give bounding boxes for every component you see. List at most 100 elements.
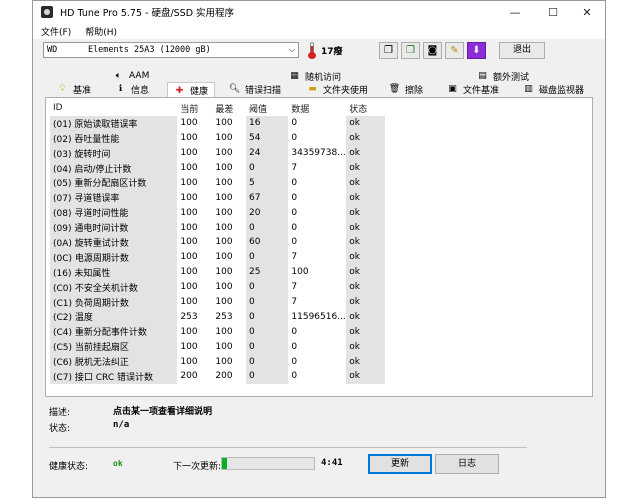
table-row[interactable]: (08) 寻道时间性能 100 100 20 0 ok	[50, 205, 385, 221]
attr-id-cell: (16) 未知属性	[50, 264, 178, 280]
table-row[interactable]: (0C) 电源周期计数 100 100 0 7 ok	[50, 249, 385, 265]
col-header-worst[interactable]: 最差	[212, 101, 246, 116]
health-cross-icon: ✚	[175, 85, 184, 96]
attr-data-cell: 0	[291, 326, 298, 337]
attr-data-cell: 0	[291, 371, 298, 382]
attr-current-cell: 100	[180, 148, 198, 159]
table-row[interactable]: (C5) 当前挂起扇区 100 100 0 0 ok	[50, 339, 385, 355]
tab-disk-monitor[interactable]: ▥ 磁盘监视器	[523, 82, 584, 96]
tab-row-bottom: 💡︎ 基准 ℹ 信息 ✚ 健康 🔍︎ 错误扫描 ▬ 文件夹使用 🗑︎ 擦除 ▣ …	[43, 82, 603, 98]
toolbar: WD Elements 25A3 (12000 gB) ⌵ 17癈 ❐ ❐ ◙ …	[33, 39, 605, 61]
attr-data-cell: 7	[291, 252, 298, 263]
table-row[interactable]: (07) 寻道错误率 100 100 67 0 ok	[50, 190, 385, 206]
tab-aam[interactable]: 🔈︎ AAM	[113, 69, 150, 83]
exit-button[interactable]: 退出	[499, 42, 545, 59]
screenshot-button[interactable]: ◙	[423, 42, 442, 59]
table-row[interactable]: (05) 重新分配扇区计数 100 100 5 0 ok	[50, 175, 385, 191]
description-value: 点击某一项查看详细说明	[113, 407, 213, 417]
attr-threshold-cell: 60	[245, 235, 289, 250]
minimize-button[interactable]: —	[497, 1, 533, 23]
table-row[interactable]: (09) 通电时间计数 100 100 0 0 ok	[50, 220, 385, 236]
attr-threshold-cell: 0	[245, 324, 289, 340]
attr-id-cell: (C1) 负荷周期计数	[50, 294, 178, 310]
tab-info-label: 信息	[131, 85, 150, 96]
options-button[interactable]: ✎	[445, 42, 464, 59]
tab-info[interactable]: ℹ 信息	[115, 82, 149, 96]
tab-erase[interactable]: 🗑︎ 擦除	[389, 82, 423, 96]
attr-threshold-cell: 0	[245, 220, 289, 236]
table-row[interactable]: (C1) 负荷周期计数 100 100 0 7 ok	[50, 294, 385, 310]
attr-id-cell: (0A) 旋转重试计数	[50, 235, 178, 250]
attr-data-cell: 0	[291, 207, 298, 218]
menu-bar: 文件(F) 帮助(H)	[33, 23, 605, 39]
maximize-button[interactable]: ☐	[535, 1, 571, 23]
attr-threshold-cell: 24	[245, 145, 289, 161]
trash-icon: 🗑︎	[388, 84, 401, 94]
menu-help[interactable]: 帮助(H)	[85, 25, 117, 38]
description-label: 描述:	[49, 408, 71, 418]
attr-threshold-cell: 0	[245, 354, 289, 370]
table-row[interactable]: (04) 启动/停止计数 100 100 0 7 ok	[50, 160, 385, 176]
extra-tests-icon: ▤	[478, 71, 487, 81]
smart-attributes-panel[interactable]: ID 当前 最差 阈值 数据 状态 (01) 原始读取错误率 100 100 16 0 o…	[45, 97, 593, 397]
table-row[interactable]: (0A) 旋转重试计数 100 100 60 0 ok	[50, 235, 385, 250]
col-header-status[interactable]: 状态	[346, 101, 385, 116]
attr-id-cell: (C2) 温度	[50, 309, 178, 325]
tab-folder-usage[interactable]: ▬ 文件夹使用	[307, 82, 368, 96]
copy-info-button[interactable]: ❐	[379, 42, 398, 59]
table-row[interactable]: (C0) 不安全关机计数 100 100 0 7 ok	[50, 279, 385, 295]
copy-all-button[interactable]: ❐	[401, 42, 420, 59]
tab-random-access-label: 随机访问	[305, 72, 342, 83]
attr-data-cell: 34359738...	[291, 148, 346, 159]
tab-file-benchmark[interactable]: ▣ 文件基准	[447, 82, 499, 96]
attr-id-cell: (04) 启动/停止计数	[50, 160, 178, 176]
drive-select[interactable]: WD Elements 25A3 (12000 gB) ⌵	[43, 42, 299, 58]
update-progress-fill	[222, 458, 227, 469]
attr-threshold-cell: 20	[245, 205, 289, 221]
table-row[interactable]: (03) 旋转时间 100 100 24 34359738... ok	[50, 145, 385, 161]
table-row[interactable]: (16) 未知属性 100 100 25 100 ok	[50, 264, 385, 280]
tab-health[interactable]: ✚ 健康	[167, 82, 216, 98]
lightbulb-icon: 💡︎	[59, 84, 66, 94]
col-header-id[interactable]: ID	[50, 101, 177, 116]
table-row[interactable]: (C2) 温度 253 253 0 11596516... ok	[50, 309, 385, 325]
attr-id-cell: (05) 重新分配扇区计数	[50, 175, 178, 191]
attr-threshold-cell: 67	[245, 190, 289, 206]
table-row[interactable]: (C7) 接口 CRC 错误计数 200 200 0 0 ok	[50, 369, 385, 384]
attr-threshold-cell: 0	[245, 369, 289, 384]
attr-current-cell: 100	[180, 356, 198, 367]
log-button[interactable]: 日志	[435, 454, 499, 474]
attr-worst-cell: 100	[215, 356, 233, 367]
table-row[interactable]: (02) 吞吐量性能 100 100 54 0 ok	[50, 130, 385, 146]
tab-random-access[interactable]: ▦ 随机访问	[289, 69, 341, 83]
col-header-data[interactable]: 数据	[288, 101, 346, 116]
tab-erase-label: 擦除	[405, 85, 424, 96]
tab-extra-tests[interactable]: ▤ 额外测试	[477, 69, 529, 83]
attr-status-cell: ok	[346, 160, 385, 176]
tab-health-label: 健康	[190, 87, 209, 97]
attr-worst-cell: 100	[215, 297, 233, 308]
attr-worst-cell: 100	[215, 252, 233, 263]
attr-status-cell: ok	[346, 309, 385, 325]
table-row[interactable]: (C6) 脱机无法纠正 100 100 0 0 ok	[50, 354, 385, 370]
tab-benchmark[interactable]: 💡︎ 基准	[57, 82, 91, 96]
window-title: HD Tune Pro 5.75 - 硬盘/SSD 实用程序	[60, 8, 235, 19]
attr-current-cell: 100	[180, 163, 198, 173]
table-row[interactable]: (C4) 重新分配事件计数 100 100 0 0 ok	[50, 324, 385, 340]
attr-current-cell: 253	[180, 311, 198, 322]
title-bar[interactable]: HD Tune Pro 5.75 - 硬盘/SSD 实用程序 — ☐ ✕	[33, 1, 605, 23]
attr-data-cell: 0	[291, 237, 298, 248]
col-header-current[interactable]: 当前	[177, 101, 212, 116]
tab-error-scan[interactable]: 🔍︎ 错误扫描	[229, 82, 281, 96]
refresh-button[interactable]: 更新	[368, 454, 432, 474]
file-benchmark-icon: ▣	[448, 84, 457, 94]
attr-worst-cell: 200	[215, 371, 233, 382]
close-button[interactable]: ✕	[569, 1, 605, 23]
table-row[interactable]: (01) 原始读取错误率 100 100 16 0 ok	[50, 115, 385, 131]
attr-status-cell: ok	[346, 205, 385, 221]
col-header-threshold[interactable]: 阈值	[246, 101, 288, 116]
save-button[interactable]: ⬇	[467, 42, 486, 59]
attr-worst-cell: 100	[215, 177, 233, 188]
menu-file[interactable]: 文件(F)	[41, 25, 71, 38]
attr-threshold-cell: 0	[245, 249, 289, 265]
